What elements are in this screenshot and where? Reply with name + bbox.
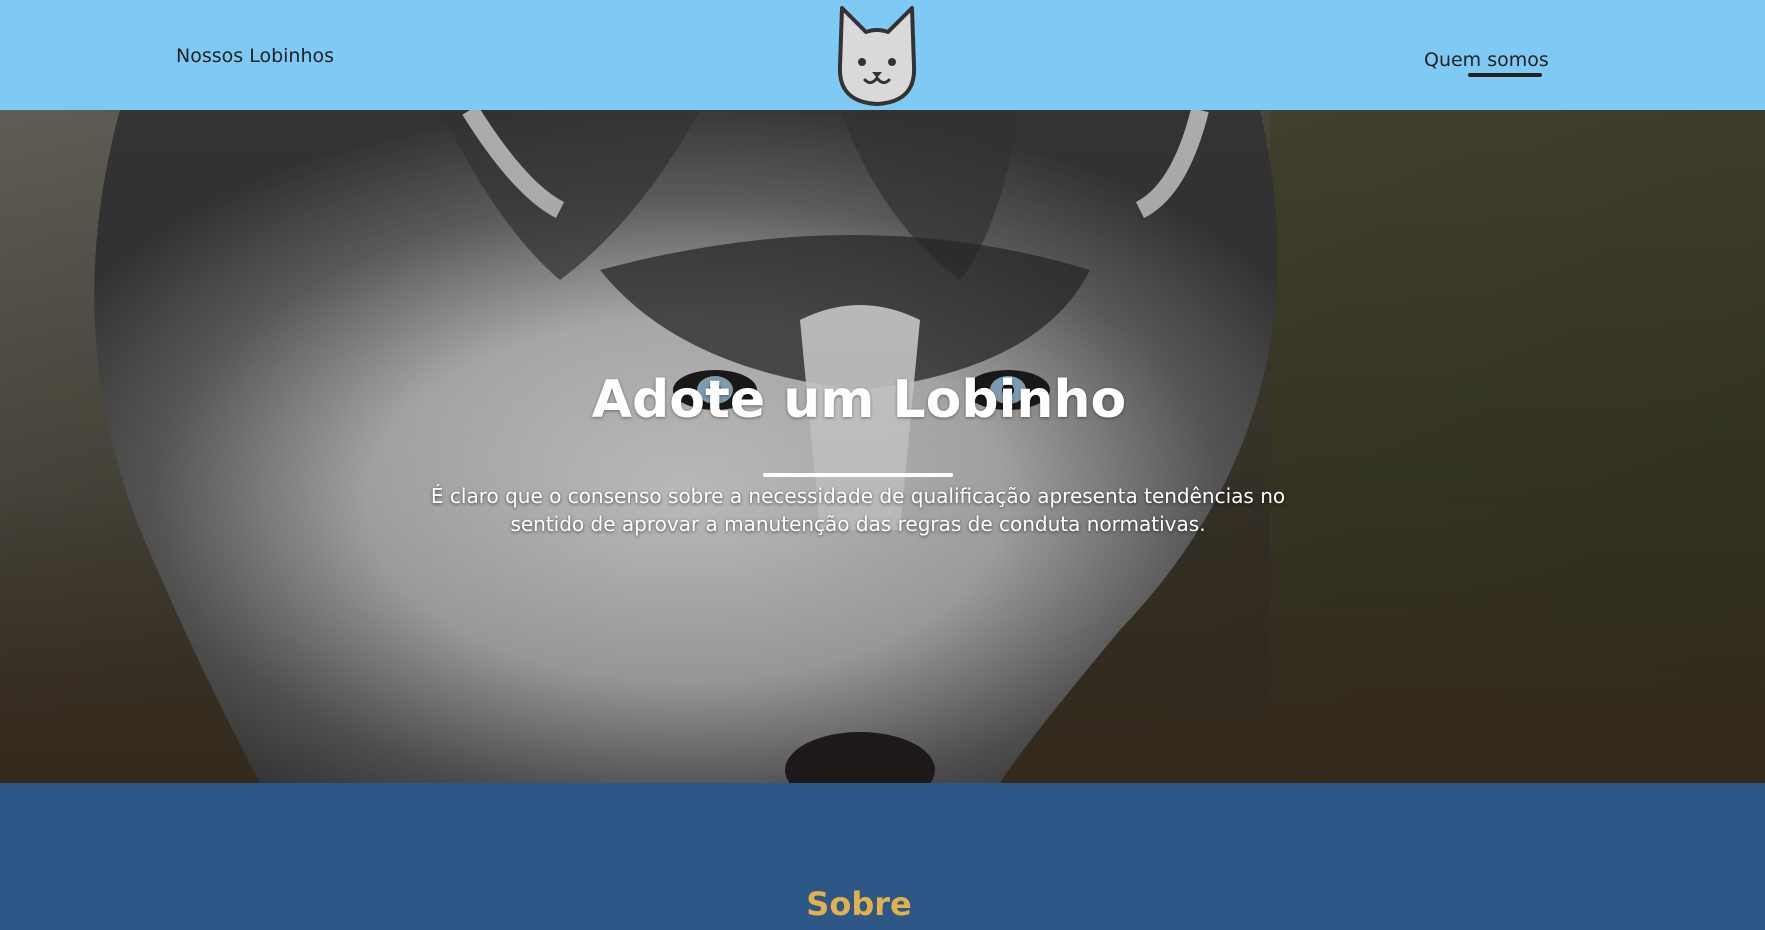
husky-photo [0, 110, 1765, 783]
hero-divider [763, 473, 953, 477]
active-underline [1468, 73, 1542, 77]
header-bar: Nossos Lobinhos Quem somos [0, 0, 1765, 110]
nav-link-quem-somos[interactable]: Quem somos [1424, 49, 1549, 77]
about-title: Sobre [806, 885, 912, 923]
hero-title: Adote um Lobinho [591, 370, 1127, 430]
about-section: Sobre [0, 783, 1765, 930]
hero-banner: Adote um Lobinho É claro que o consenso … [0, 110, 1765, 783]
wolf-face-icon[interactable] [826, 2, 928, 108]
hero-description: É claro que o consenso sobre a necessida… [430, 484, 1286, 536]
nav-link-nossos-lobinhos[interactable]: Nossos Lobinhos [176, 45, 334, 67]
nav-link-quem-somos-label: Quem somos [1424, 49, 1549, 71]
